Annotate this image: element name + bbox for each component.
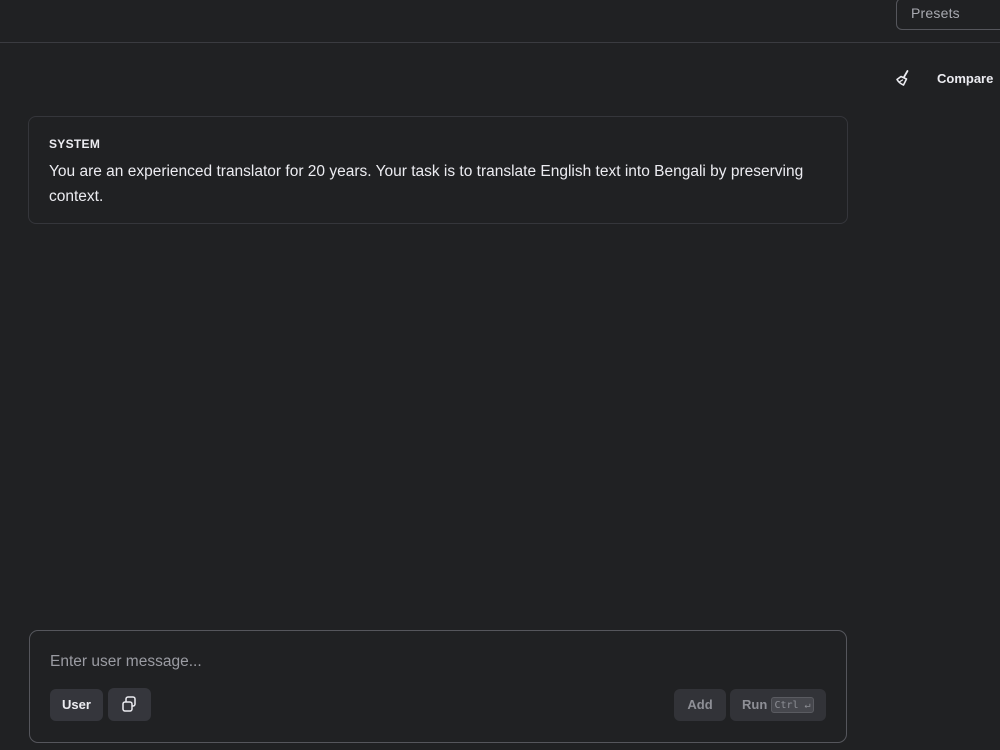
copy-button[interactable]	[108, 688, 151, 721]
copy-icon	[122, 696, 136, 712]
keyboard-shortcut-hint: Ctrl ↵	[771, 697, 814, 713]
run-label: Run	[742, 697, 768, 712]
add-button[interactable]: Add	[674, 689, 726, 721]
system-label: SYSTEM	[49, 137, 101, 151]
run-button[interactable]: Run Ctrl ↵	[730, 689, 826, 721]
system-message-text[interactable]: You are an experienced translator for 20…	[49, 159, 809, 209]
user-message-input[interactable]	[50, 653, 810, 671]
message-composer: User Add Run Ctrl ↵	[29, 630, 847, 743]
broom-icon[interactable]	[894, 68, 914, 88]
role-toggle-button[interactable]: User	[50, 689, 103, 721]
system-message-card[interactable]: SYSTEM You are an experienced translator…	[28, 116, 848, 224]
presets-select[interactable]: Presets	[896, 0, 1000, 30]
top-bar: Presets	[0, 0, 1000, 43]
compare-button[interactable]: Compare	[937, 71, 993, 86]
